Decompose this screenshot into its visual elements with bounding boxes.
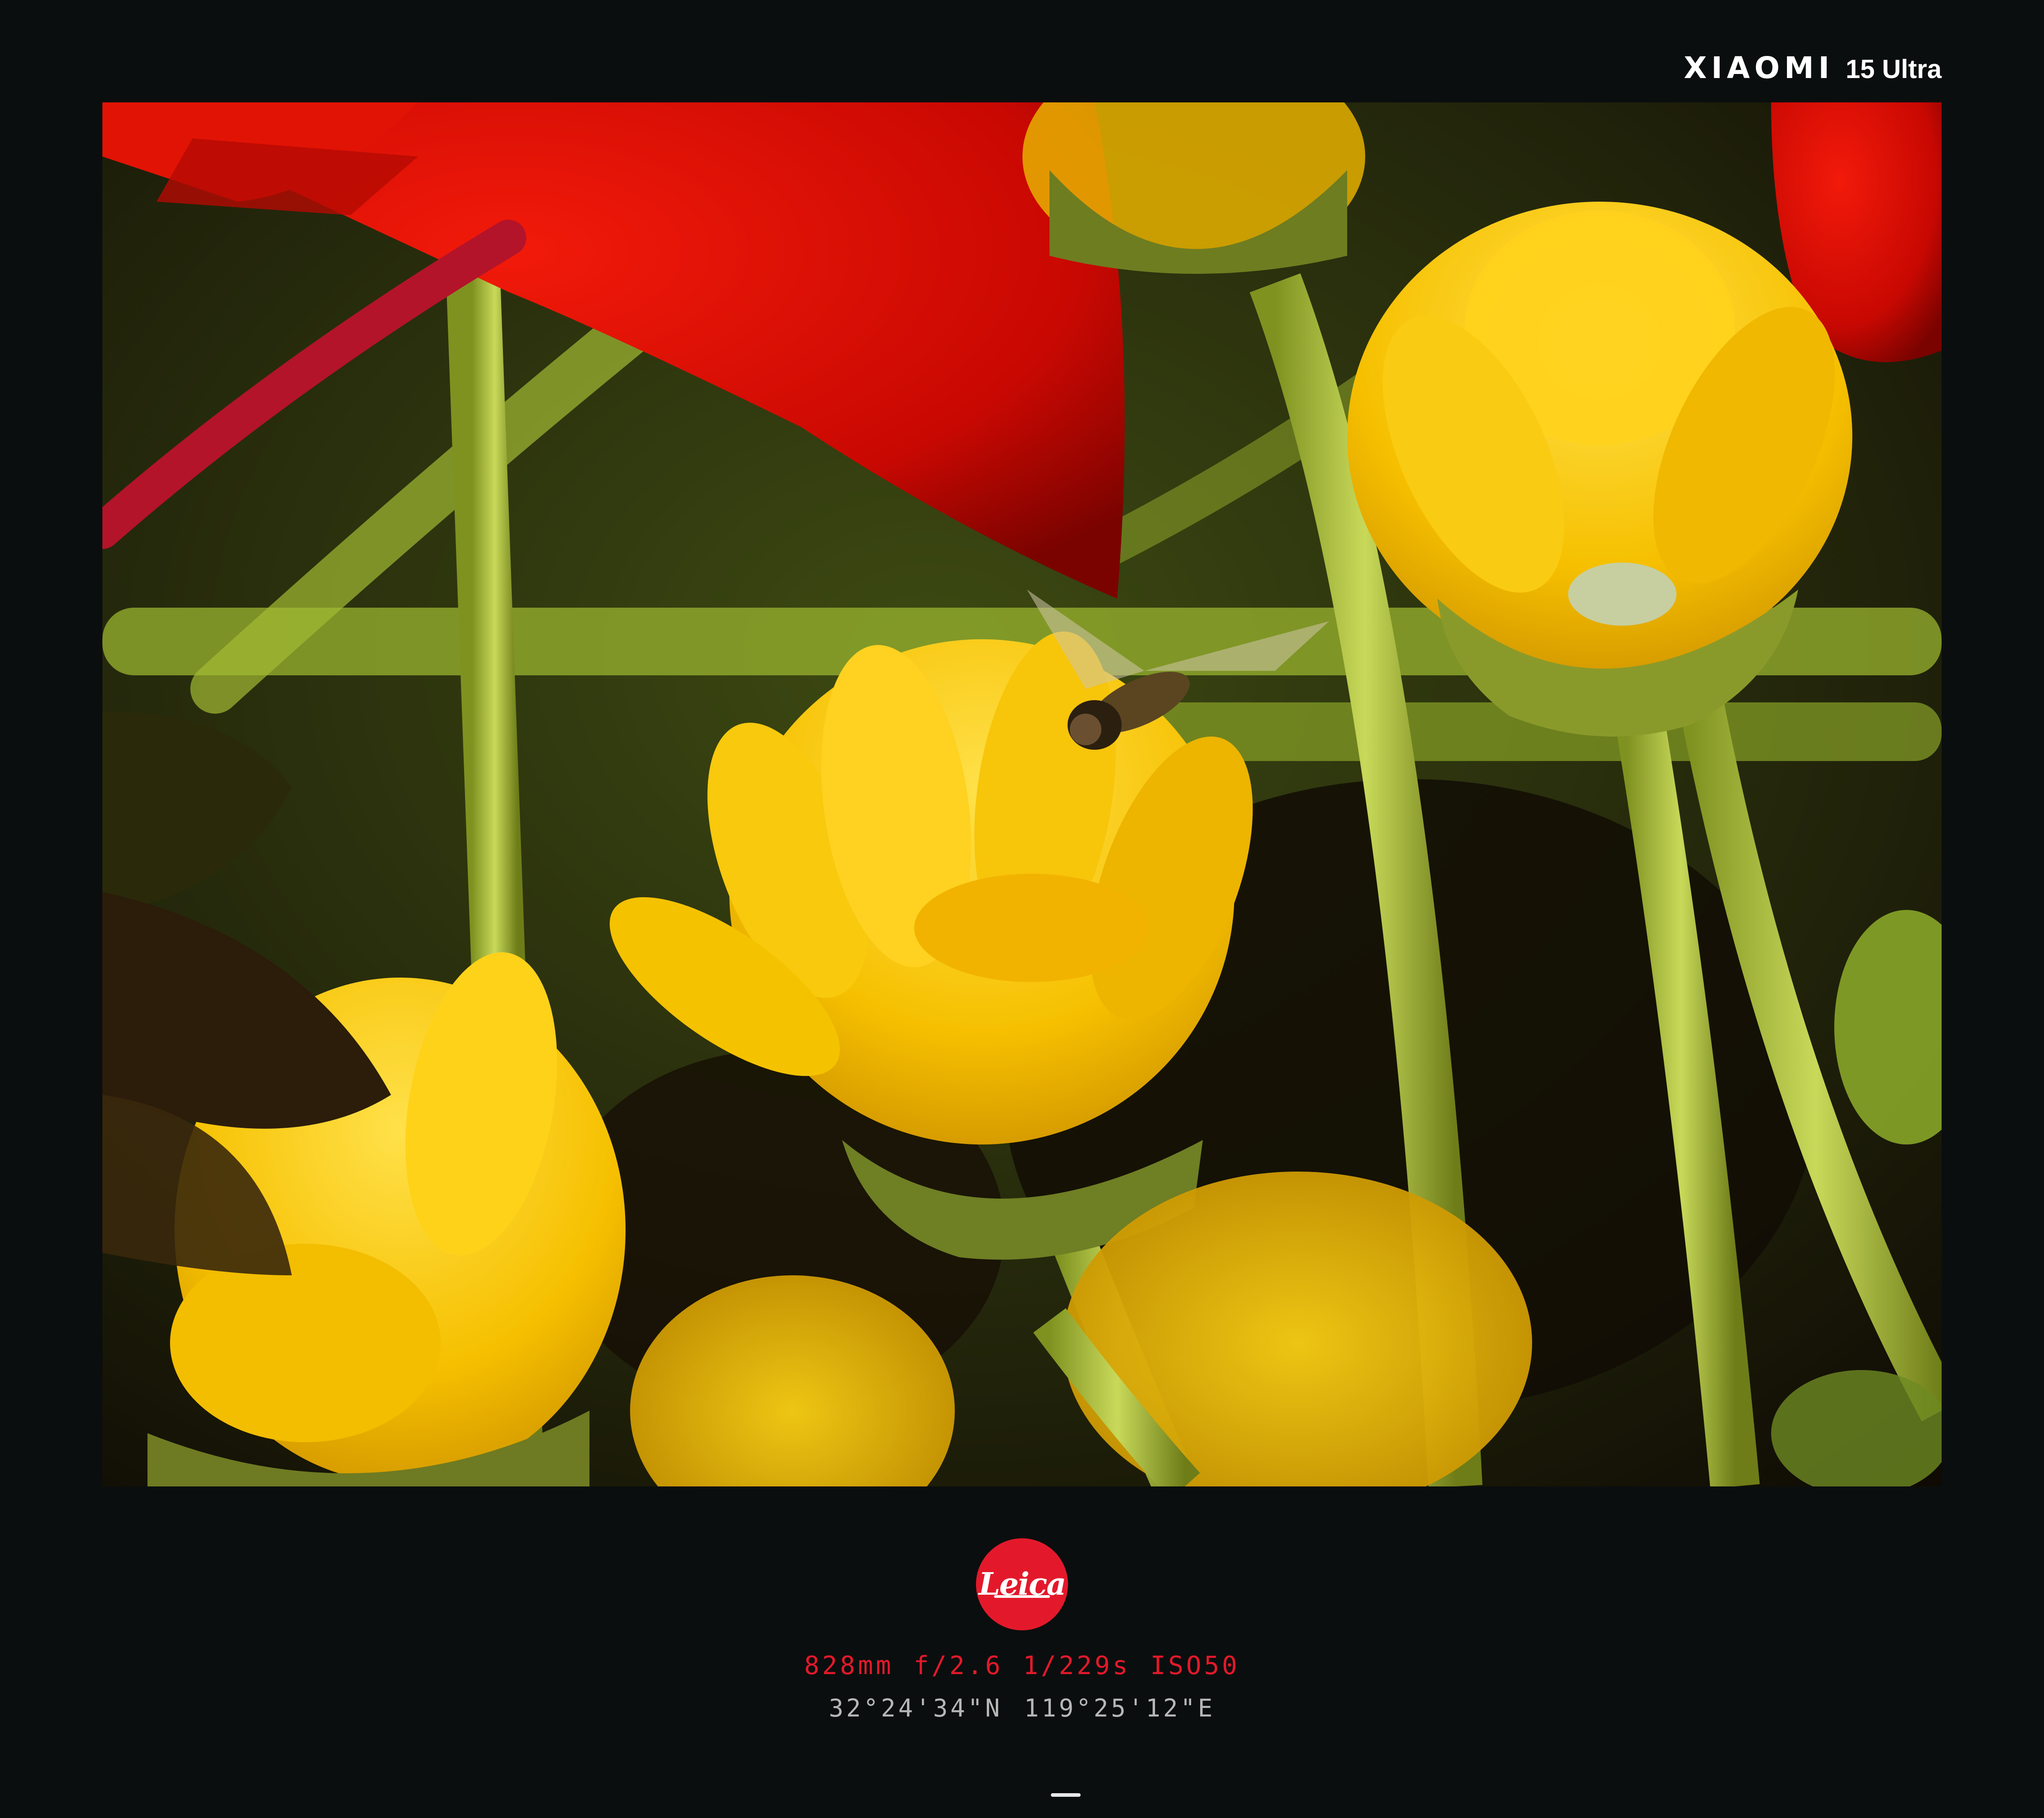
home-indicator[interactable] — [1051, 1793, 1081, 1797]
gps-coordinates: 32°24'34"N 119°25'12"E — [0, 1694, 2044, 1722]
leica-logo-underline — [994, 1595, 1050, 1598]
leica-logo: Leica — [976, 1538, 1068, 1630]
longitude: 119°25'12"E — [1024, 1694, 1215, 1722]
iso: ISO50 — [1150, 1651, 1240, 1680]
latitude: 32°24'34"N — [829, 1694, 1003, 1722]
flower-photo — [102, 102, 1942, 1486]
aperture: f/2.6 — [913, 1651, 1004, 1680]
photo-frame: XIAOMI 15 Ultra Leica 828mm f/2.6 1/229s… — [0, 0, 2044, 1818]
brand-model: 15 Ultra — [1846, 55, 1942, 84]
brand-name: XIAOMI — [1684, 51, 1834, 85]
exif-info: 828mm f/2.6 1/229s ISO50 — [0, 1651, 2044, 1680]
focal-length: 828mm — [804, 1651, 894, 1680]
brand-header: XIAOMI 15 Ultra — [1684, 51, 1942, 87]
shutter-speed: 1/229s — [1023, 1651, 1131, 1680]
